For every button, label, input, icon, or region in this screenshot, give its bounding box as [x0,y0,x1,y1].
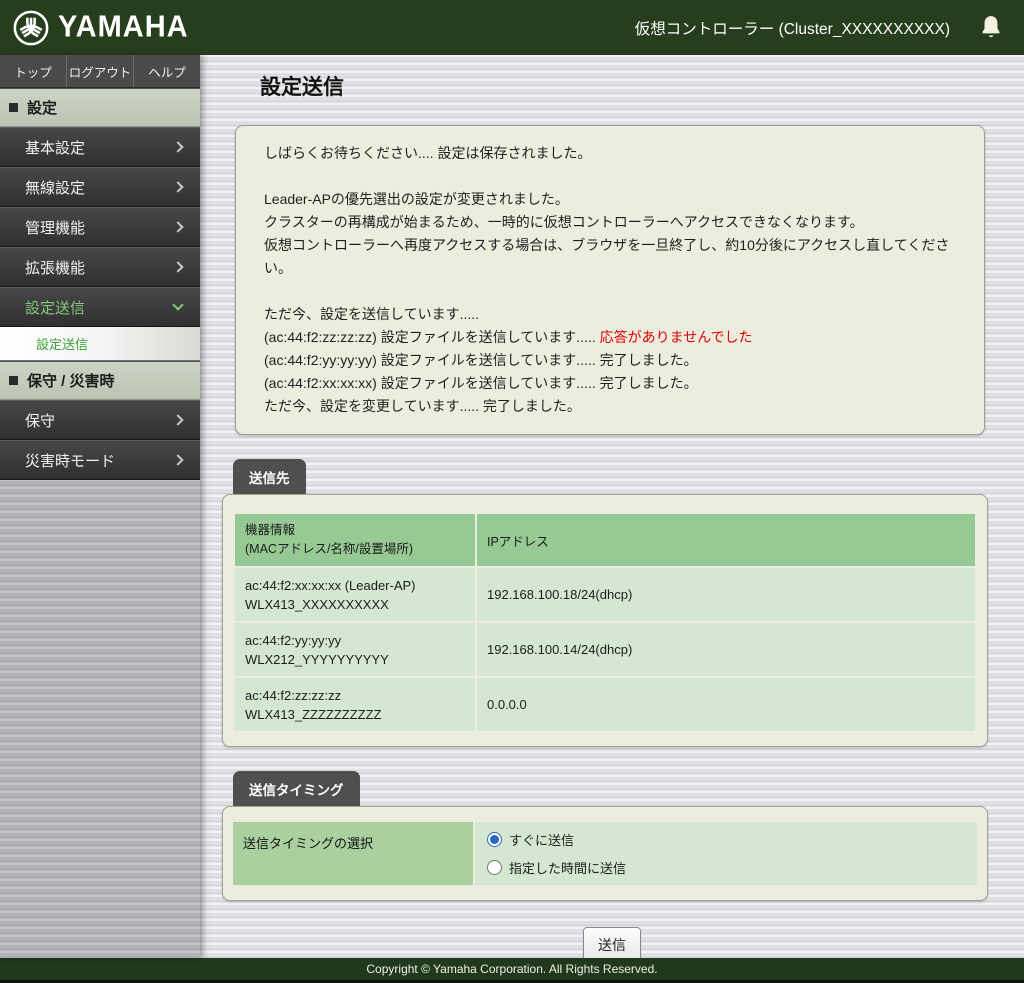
section-heading-label: 保守 / 災害時 [27,373,115,390]
device-info-header: 機器情報 (MACアドレス/名称/設置場所) [235,514,475,566]
message-line: 仮想コントローラーへ再度アクセスする場合は、ブラウザを一旦終了し、約10分後にア… [264,237,950,276]
timing-section-tab: 送信タイミング [233,771,360,806]
destination-section-tab: 送信先 [233,459,306,494]
nav-tab-logout[interactable]: ログアウト [67,55,134,87]
sidebar-item-label: 管理機能 [25,219,86,237]
radio-send-now-input[interactable] [487,832,502,847]
table-header-row: 機器情報 (MACアドレス/名称/設置場所) IPアドレス [235,514,975,566]
table-row: ac:44:f2:zz:zz:zz WLX413_ZZZZZZZZZZ 0.0.… [235,678,975,731]
sidebar-section-settings: 設定 [0,88,200,127]
table-row: ac:44:f2:xx:xx:xx (Leader-AP) WLX413_XXX… [235,568,975,621]
square-bullet-icon [9,103,18,112]
sidebar-item-maintenance[interactable]: 保守 [0,400,200,440]
destination-table: 機器情報 (MACアドレス/名称/設置場所) IPアドレス ac:44:f2:x… [233,512,977,733]
radio-label: すぐに送信 [509,833,575,848]
ip-cell: 192.168.100.18/24(dhcp) [477,568,975,621]
timing-panel: 送信タイミングの選択 すぐに送信 指定した時間に送信 [222,806,988,901]
message-line: Leader-APの優先選出の設定が変更されました。 [264,191,569,207]
sidebar-section-maintenance: 保守 / 災害時 [0,361,200,400]
sidebar-filler [0,480,200,958]
sidebar-item-basic-settings[interactable]: 基本設定 [0,127,200,167]
send-button[interactable]: 送信 [583,927,641,958]
notification-bell-icon[interactable] [978,14,1004,42]
sidebar-item-extended[interactable]: 拡張機能 [0,247,200,287]
message-line: しばらくお待ちください.... 設定は保存されました。 [264,145,592,161]
controller-title: 仮想コントローラー (Cluster_XXXXXXXXXX) [634,20,950,38]
ip-cell: 192.168.100.14/24(dhcp) [477,623,975,676]
app-window: YAMAHA 仮想コントローラー (Cluster_XXXXXXXXXX) トッ… [0,0,1024,983]
chevron-right-icon [172,181,184,193]
sidebar-item-label: 災害時モード [25,452,116,470]
timing-row-label: 送信タイミングの選択 [233,822,473,885]
chevron-right-icon [172,221,184,233]
ip-cell: 0.0.0.0 [477,678,975,731]
status-message-box: しばらくお待ちください.... 設定は保存されました。 Leader-APの優先… [235,125,985,435]
chevron-right-icon [172,414,184,426]
radio-label: 指定した時間に送信 [509,861,627,876]
device-cell: ac:44:f2:zz:zz:zz WLX413_ZZZZZZZZZZ [235,678,475,731]
message-line: (ac:44:f2:xx:xx:xx) 設定ファイルを送信しています..... … [264,375,698,391]
main-content: 設定送信 しばらくお待ちください.... 設定は保存されました。 Leader-… [200,55,1024,958]
radio-send-at-time-input[interactable] [487,860,502,875]
copyright-text: Copyright © Yamaha Corporation. All Righ… [366,962,658,976]
message-line: ただ今、設定を変更しています..... 完了しました。 [264,398,581,414]
message-line-error: (ac:44:f2:zz:zz:zz) 設定ファイルを送信しています..... … [264,329,753,345]
error-text: 応答がありませんでした [599,329,753,345]
square-bullet-icon [9,376,18,385]
page-title: 設定送信 [260,76,344,99]
chevron-right-icon [172,454,184,466]
top-nav-tabs: トップ ログアウト ヘルプ [0,55,200,88]
section-heading-label: 設定 [27,100,58,117]
sidebar: トップ ログアウト ヘルプ 設定 基本設定 無線設定 管理機能 拡張機能 設定送… [0,55,200,958]
sidebar-item-label: 基本設定 [25,139,86,157]
footer: Copyright © Yamaha Corporation. All Righ… [0,958,1024,983]
sidebar-subitem-config-send[interactable]: 設定送信 [0,327,200,361]
device-cell: ac:44:f2:xx:xx:xx (Leader-AP) WLX413_XXX… [235,568,475,621]
brand-wordmark: YAMAHA [58,10,189,44]
timing-options: すぐに送信 指定した時間に送信 [475,822,977,885]
nav-tab-help[interactable]: ヘルプ [134,55,200,87]
sidebar-item-wireless-settings[interactable]: 無線設定 [0,167,200,207]
message-line: クラスターの再構成が始まるため、一時的に仮想コントローラーへアクセスできなくなり… [264,214,864,230]
message-line [264,280,956,303]
sidebar-item-management[interactable]: 管理機能 [0,207,200,247]
chevron-right-icon [172,261,184,273]
yamaha-logo: YAMAHA [0,9,189,47]
table-row: ac:44:f2:yy:yy:yy WLX212_YYYYYYYYYY 192.… [235,623,975,676]
radio-send-at-time[interactable]: 指定した時間に送信 [487,858,965,877]
message-line: ただ今、設定を送信しています..... [264,306,480,322]
device-cell: ac:44:f2:yy:yy:yy WLX212_YYYYYYYYYY [235,623,475,676]
timing-row: 送信タイミングの選択 すぐに送信 指定した時間に送信 [233,822,977,885]
ip-address-header: IPアドレス [477,514,975,566]
nav-tab-top[interactable]: トップ [0,55,67,87]
sidebar-item-label: 設定送信 [25,299,86,317]
chevron-right-icon [172,141,184,153]
sidebar-item-label: 拡張機能 [25,259,86,277]
message-line [264,165,956,188]
yamaha-tuning-fork-icon [13,10,49,45]
message-line: (ac:44:f2:yy:yy:yy) 設定ファイルを送信しています..... … [264,352,698,368]
sidebar-subitem-label: 設定送信 [36,337,89,352]
sidebar-item-config-send[interactable]: 設定送信 [0,287,200,327]
app-header: YAMAHA 仮想コントローラー (Cluster_XXXXXXXXXX) [0,0,1024,55]
sidebar-item-label: 保守 [25,412,56,430]
sidebar-item-disaster-mode[interactable]: 災害時モード [0,440,200,480]
destination-panel: 機器情報 (MACアドレス/名称/設置場所) IPアドレス ac:44:f2:x… [222,494,988,747]
sidebar-item-label: 無線設定 [25,179,86,197]
chevron-down-icon [172,299,184,311]
radio-send-now[interactable]: すぐに送信 [487,830,965,849]
